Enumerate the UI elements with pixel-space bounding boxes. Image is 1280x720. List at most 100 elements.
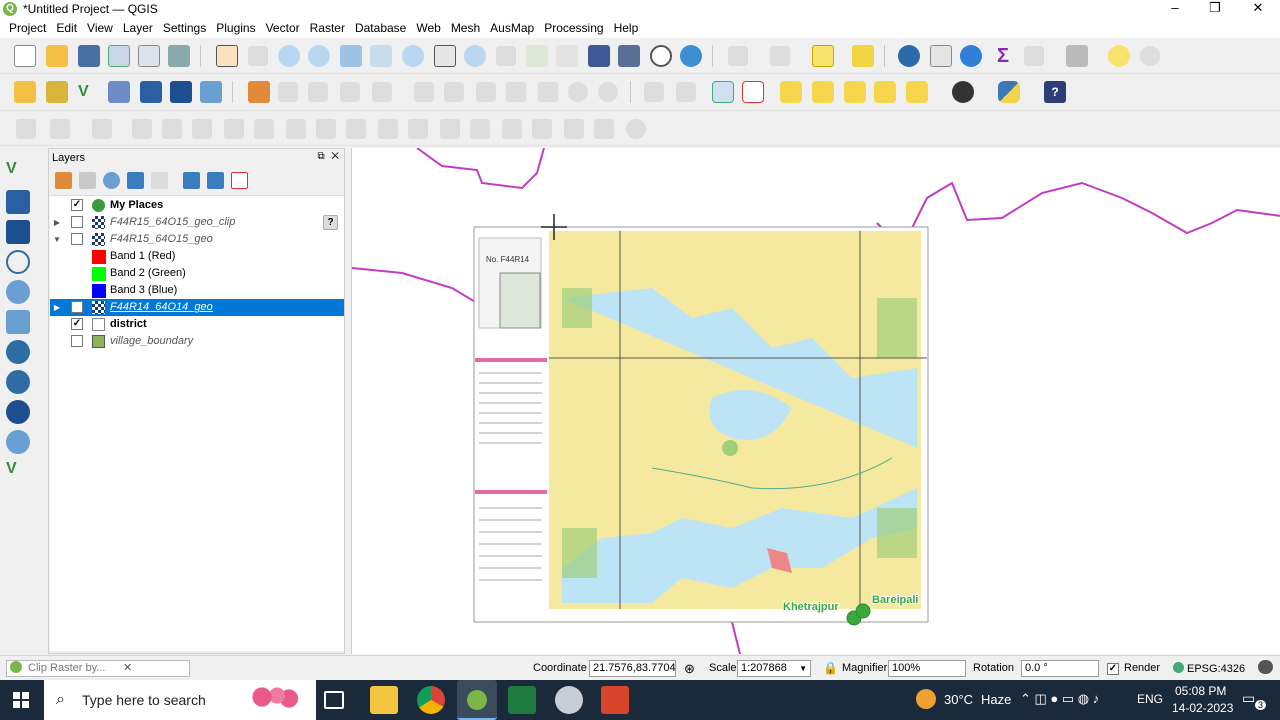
add-virtual-layer-icon[interactable] bbox=[6, 310, 30, 334]
clock-time[interactable]: 05:08 PM bbox=[1175, 684, 1226, 698]
offset-curve-icon[interactable] bbox=[408, 119, 428, 139]
zoom-full-icon[interactable] bbox=[340, 45, 362, 67]
expand-arrow-icon[interactable]: ▶ bbox=[52, 214, 62, 231]
add-wms-icon[interactable] bbox=[170, 81, 192, 103]
open-styling-icon[interactable] bbox=[55, 172, 72, 189]
expand-arrow-icon[interactable]: ▶ bbox=[52, 299, 62, 316]
select-by-value-icon[interactable] bbox=[770, 46, 790, 66]
save-edits-icon[interactable] bbox=[278, 82, 298, 102]
menu-ausmap[interactable]: AusMap bbox=[485, 21, 539, 35]
rotate-label-icon[interactable] bbox=[874, 81, 896, 103]
map-tips-icon[interactable] bbox=[1108, 45, 1130, 67]
scale-combobox[interactable]: 1:207868 ▼ bbox=[737, 660, 811, 677]
layer-my-places[interactable]: ✓ My Places bbox=[50, 197, 344, 214]
select-location-icon[interactable] bbox=[852, 45, 874, 67]
layout-manager-icon[interactable] bbox=[138, 45, 160, 67]
layer-district[interactable]: ✓ district bbox=[50, 316, 344, 333]
map-canvas[interactable]: No. F44R14 Khetrajpur Bareipali bbox=[351, 148, 1280, 654]
highlight-labels-icon[interactable] bbox=[780, 81, 802, 103]
add-wcs-layer-icon[interactable] bbox=[6, 400, 30, 424]
statistics-sigma-icon[interactable]: Σ bbox=[992, 45, 1014, 67]
zoom-layer-icon[interactable] bbox=[402, 45, 424, 67]
collapse-arrow-icon[interactable]: ▼ bbox=[52, 231, 62, 248]
digitize-line-icon[interactable] bbox=[50, 119, 70, 139]
presentation-app-icon[interactable] bbox=[601, 686, 629, 714]
show-bookmarks-icon[interactable] bbox=[618, 45, 640, 67]
layer-village-boundary[interactable]: village_boundary bbox=[50, 333, 344, 350]
layer-warning-icon[interactable]: ? bbox=[323, 215, 338, 230]
refresh-icon[interactable] bbox=[680, 45, 702, 67]
move-feature-icon[interactable] bbox=[132, 119, 152, 139]
save-project-icon[interactable] bbox=[78, 45, 100, 67]
snapping-icon[interactable] bbox=[16, 119, 36, 139]
new-print-layout-icon[interactable] bbox=[108, 45, 130, 67]
menu-plugins[interactable]: Plugins bbox=[211, 21, 260, 35]
vertex-tool-icon[interactable] bbox=[372, 82, 392, 102]
layer-labeling-icon[interactable] bbox=[712, 81, 734, 103]
new-project-icon[interactable] bbox=[14, 45, 36, 67]
undo-icon[interactable] bbox=[568, 82, 588, 102]
layer-checkbox[interactable] bbox=[71, 233, 83, 245]
label-toolbar-icon[interactable] bbox=[644, 82, 664, 102]
select-features-icon[interactable] bbox=[728, 46, 748, 66]
add-raster-icon[interactable] bbox=[140, 81, 162, 103]
add-vector-tile-icon[interactable]: V bbox=[6, 460, 30, 484]
move-label-icon[interactable] bbox=[844, 81, 866, 103]
add-point-icon[interactable] bbox=[92, 119, 112, 139]
taskbar-search-input[interactable]: ⌕ Type here to search bbox=[44, 680, 316, 720]
rotate-point-symbols-icon[interactable] bbox=[626, 119, 646, 139]
add-wms-layer-icon[interactable] bbox=[6, 370, 30, 394]
zoom-selection-icon[interactable] bbox=[370, 45, 392, 67]
paste-features-icon[interactable] bbox=[538, 82, 558, 102]
zoom-out-icon[interactable] bbox=[308, 45, 330, 67]
menu-processing[interactable]: Processing bbox=[539, 21, 608, 35]
menu-database[interactable]: Database bbox=[350, 21, 411, 35]
layer-f44r15[interactable]: ▼ F44R15_64O15_geo bbox=[50, 231, 344, 248]
expand-all-icon[interactable] bbox=[183, 172, 200, 189]
plugin-binoculars-icon[interactable] bbox=[952, 81, 974, 103]
menu-vector[interactable]: Vector bbox=[261, 21, 305, 35]
place-marker-bareipali[interactable] bbox=[855, 603, 871, 619]
split-features-icon[interactable] bbox=[502, 119, 522, 139]
gps-icon[interactable] bbox=[1140, 46, 1160, 66]
new-3d-map-view-icon[interactable] bbox=[556, 45, 578, 67]
measure-icon[interactable] bbox=[1066, 45, 1088, 67]
collapse-all-icon[interactable] bbox=[207, 172, 224, 189]
add-wfs-icon[interactable] bbox=[200, 81, 222, 103]
add-mesh-layer-icon[interactable] bbox=[6, 220, 30, 244]
fill-ring-icon[interactable] bbox=[286, 119, 306, 139]
attribute-table-icon[interactable] bbox=[930, 45, 952, 67]
split-parts-icon[interactable] bbox=[532, 119, 552, 139]
zoom-native-icon[interactable] bbox=[434, 45, 456, 67]
delete-ring-icon[interactable] bbox=[316, 119, 336, 139]
toggle-extents-icon[interactable]: ⊛ bbox=[684, 661, 695, 677]
layer-checkbox[interactable]: ✓ bbox=[71, 318, 83, 330]
reshape-features-icon[interactable] bbox=[378, 119, 398, 139]
merge-features-icon[interactable] bbox=[564, 119, 584, 139]
toggle-editing-pencil-icon[interactable] bbox=[248, 81, 270, 103]
cut-features-icon[interactable] bbox=[476, 82, 496, 102]
new-shapefile-icon[interactable] bbox=[108, 81, 130, 103]
manage-visibility-icon[interactable] bbox=[103, 172, 120, 189]
render-checkbox[interactable]: ✓ bbox=[1107, 663, 1119, 675]
filter-legend-icon[interactable] bbox=[127, 172, 144, 189]
delete-part-icon[interactable] bbox=[346, 119, 366, 139]
maximize-button[interactable]: ❐ bbox=[1195, 0, 1235, 18]
pan-to-selection-icon[interactable] bbox=[248, 46, 268, 66]
change-label-icon[interactable] bbox=[906, 81, 928, 103]
field-calculator-icon[interactable] bbox=[1024, 46, 1044, 66]
menu-project[interactable]: Project bbox=[4, 21, 51, 35]
add-vector-layer-icon[interactable]: V bbox=[78, 81, 100, 103]
new-bookmark-icon[interactable] bbox=[588, 45, 610, 67]
rotate-feature-icon[interactable] bbox=[162, 119, 182, 139]
notification-icon[interactable]: ▭ bbox=[1242, 690, 1255, 707]
add-delimited-text-icon[interactable] bbox=[6, 250, 30, 274]
add-raster-layer-icon[interactable] bbox=[6, 190, 30, 214]
trim-extend-icon[interactable] bbox=[470, 119, 490, 139]
redo-icon[interactable] bbox=[598, 82, 618, 102]
file-explorer-icon[interactable] bbox=[370, 686, 398, 714]
layer-f44r14-selected[interactable]: ▶ ✓ F44R14_64O14_geo bbox=[50, 299, 344, 316]
language-indicator[interactable]: ENG bbox=[1137, 692, 1163, 706]
pan-hand-icon[interactable] bbox=[216, 45, 238, 67]
modify-attributes-icon[interactable] bbox=[414, 82, 434, 102]
